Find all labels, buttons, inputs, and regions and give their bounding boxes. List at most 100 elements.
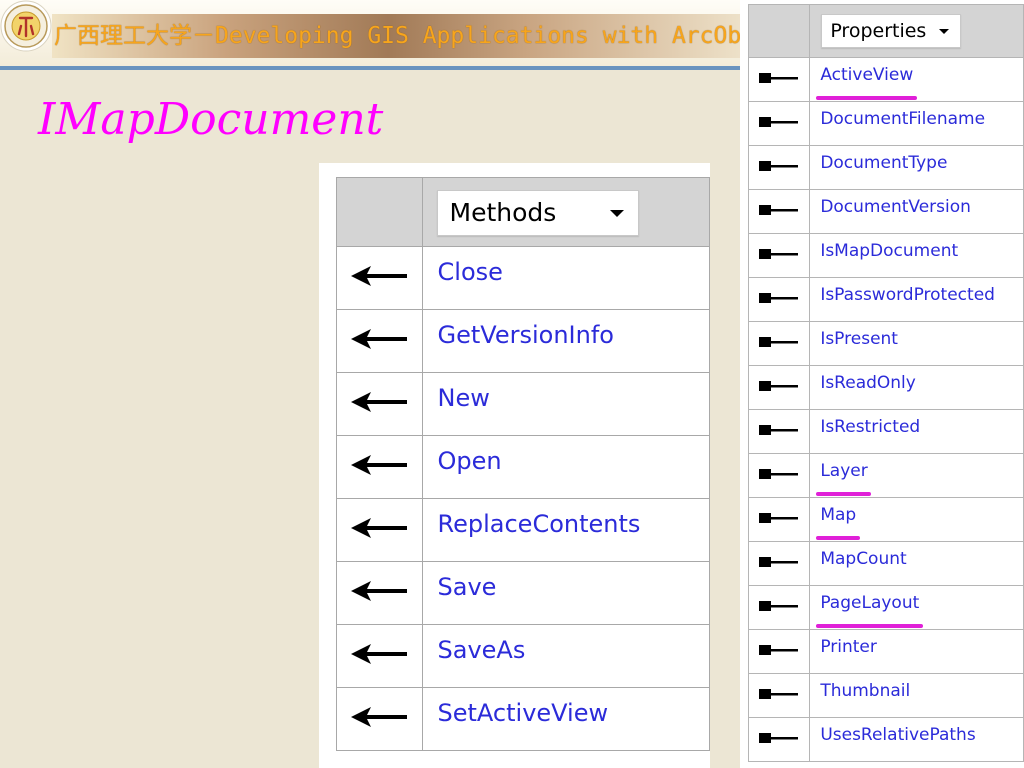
methods-dropdown-label: Methods xyxy=(449,198,557,227)
property-row: DocumentVersion xyxy=(747,189,1024,234)
method-arrow-icon xyxy=(351,329,408,349)
method-arrow-cell xyxy=(336,561,423,625)
method-label: ReplaceContents xyxy=(437,510,641,538)
property-label: IsPresent xyxy=(820,329,898,349)
property-link[interactable]: IsMapDocument xyxy=(809,233,1024,278)
property-arrow-icon xyxy=(759,248,799,259)
property-arrow-icon xyxy=(759,732,799,743)
properties-dropdown-label: Properties xyxy=(830,20,927,42)
property-row: MapCount xyxy=(747,541,1024,586)
property-link[interactable]: DocumentFilename xyxy=(809,101,1024,146)
property-link[interactable]: UsesRelativePaths xyxy=(809,717,1024,762)
highlight-underline xyxy=(816,96,918,100)
property-link[interactable]: Thumbnail xyxy=(809,673,1024,718)
property-label: PageLayout xyxy=(820,593,920,613)
page-title: IMapDocument xyxy=(38,94,384,145)
properties-panel: Properties ActiveView DocumentFilename Doc… xyxy=(740,0,1024,768)
method-row: GetVersionInfo xyxy=(336,309,710,373)
method-link[interactable]: New xyxy=(421,372,710,436)
header-title: 广西理工大学－Developing GIS Applications with … xyxy=(54,23,744,49)
methods-panel: Methods Close GetVersionInfo New Open Replac… xyxy=(319,163,710,768)
method-row: Close xyxy=(336,246,710,310)
method-link[interactable]: SaveAs xyxy=(421,624,710,688)
method-row: Save xyxy=(336,561,710,625)
method-arrow-icon xyxy=(351,581,408,601)
method-arrow-icon xyxy=(351,266,408,286)
property-row: UsesRelativePaths xyxy=(747,717,1024,762)
method-arrow-cell xyxy=(336,435,423,499)
methods-table: Methods Close GetVersionInfo New Open Replac… xyxy=(336,177,710,751)
property-label: DocumentFilename xyxy=(820,109,986,129)
property-link[interactable]: IsReadOnly xyxy=(809,365,1024,410)
method-arrow-icon xyxy=(351,644,408,664)
property-link[interactable]: Printer xyxy=(809,629,1024,674)
property-arrow-icon xyxy=(759,600,799,611)
property-label: Layer xyxy=(820,461,868,481)
property-arrow-cell xyxy=(747,673,811,718)
methods-header-row: Methods xyxy=(336,177,710,247)
method-link[interactable]: ReplaceContents xyxy=(421,498,710,562)
property-arrow-cell xyxy=(747,629,811,674)
property-label: IsReadOnly xyxy=(820,373,916,393)
method-row: Open xyxy=(336,435,710,499)
property-arrow-cell xyxy=(747,277,811,322)
property-link[interactable]: ActiveView xyxy=(809,57,1024,102)
method-arrow-cell xyxy=(336,687,423,751)
method-link[interactable]: SetActiveView xyxy=(421,687,710,751)
property-arrow-cell xyxy=(747,365,811,410)
property-link[interactable]: IsRestricted xyxy=(809,409,1024,454)
property-link[interactable]: MapCount xyxy=(809,541,1024,586)
property-arrow-cell xyxy=(747,101,811,146)
property-row: IsPresent xyxy=(747,321,1024,366)
property-link[interactable]: DocumentVersion xyxy=(809,189,1024,234)
method-arrow-cell xyxy=(336,498,423,562)
method-row: SaveAs xyxy=(336,624,710,688)
property-label: IsMapDocument xyxy=(820,241,959,261)
property-link[interactable]: Layer xyxy=(809,453,1024,498)
property-arrow-icon xyxy=(759,380,799,391)
property-arrow-cell xyxy=(747,585,811,630)
properties-header-row: Properties xyxy=(747,4,1024,58)
method-link[interactable]: Save xyxy=(421,561,710,625)
method-row: SetActiveView xyxy=(336,687,710,751)
method-label: Close xyxy=(437,258,503,286)
chevron-down-icon xyxy=(609,210,624,217)
properties-dropdown[interactable]: Properties xyxy=(821,14,962,48)
method-row: New xyxy=(336,372,710,436)
methods-dropdown[interactable]: Methods xyxy=(436,190,639,236)
method-label: SetActiveView xyxy=(437,699,609,727)
method-link[interactable]: Close xyxy=(421,246,710,310)
property-row: Layer xyxy=(747,453,1024,498)
property-arrow-icon xyxy=(759,424,799,435)
property-label: MapCount xyxy=(820,549,907,569)
property-link[interactable]: DocumentType xyxy=(809,145,1024,190)
property-arrow-cell xyxy=(747,541,811,586)
method-arrow-icon xyxy=(351,392,408,412)
property-arrow-cell xyxy=(747,717,811,762)
property-arrow-icon xyxy=(759,336,799,347)
method-label: Open xyxy=(437,447,502,475)
property-arrow-cell xyxy=(747,233,811,278)
chevron-down-icon xyxy=(939,29,950,34)
method-arrow-cell xyxy=(336,246,423,310)
property-row: IsReadOnly xyxy=(747,365,1024,410)
property-label: UsesRelativePaths xyxy=(820,725,976,745)
property-link[interactable]: Map xyxy=(809,497,1024,542)
property-label: IsPasswordProtected xyxy=(820,285,995,305)
method-label: SaveAs xyxy=(437,636,526,664)
property-link[interactable]: IsPasswordProtected xyxy=(809,277,1024,322)
method-arrow-icon xyxy=(351,518,408,538)
method-link[interactable]: Open xyxy=(421,435,710,499)
property-link[interactable]: IsPresent xyxy=(809,321,1024,366)
property-row: Thumbnail xyxy=(747,673,1024,718)
property-label: Map xyxy=(820,505,857,525)
properties-header-blank xyxy=(747,4,811,58)
property-arrow-icon xyxy=(759,72,799,83)
property-row: DocumentType xyxy=(747,145,1024,190)
property-arrow-cell xyxy=(747,321,811,366)
property-link[interactable]: PageLayout xyxy=(809,585,1024,630)
highlight-underline xyxy=(816,492,872,496)
method-link[interactable]: GetVersionInfo xyxy=(421,309,710,373)
method-arrow-cell xyxy=(336,372,423,436)
property-arrow-icon xyxy=(759,160,799,171)
